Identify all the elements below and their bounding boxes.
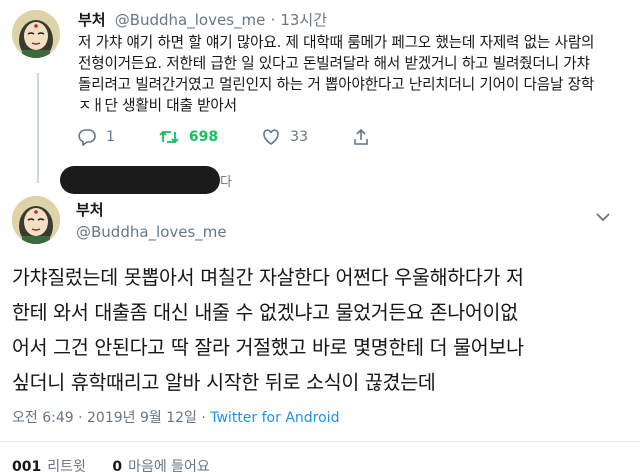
tweet-text-line: 전형이거든요. 저한테 급한 일 있다고 돈빌려달라 해서 받겠거니 하고 빌려… — [78, 55, 590, 72]
likes-num: 0 — [112, 459, 123, 475]
chevron-down-icon[interactable] — [595, 208, 611, 227]
tweet-text-line: 저 가챠 얘기 하면 할 얘기 많아요. 제 대학때 룸메가 페그오 했는데 자… — [78, 34, 595, 51]
like-count: 33 — [290, 129, 308, 145]
retweets-num: 001 — [12, 459, 42, 475]
tweet-text-line: 어서 그건 안된다고 딱 잘라 거절했고 바로 몇명한테 더 물어보나 — [12, 336, 524, 359]
tweet-text: 저 가챠 얘기 하면 할 얘기 많아요. 제 대학때 룸메가 페그오 했는데 자… — [78, 32, 628, 116]
tweet-meta: 오전 6:49 · 2019년 9월 12일 · Twitter for And… — [12, 407, 339, 427]
reply-icon — [78, 128, 96, 146]
tweet-timestamp[interactable]: 오전 6:49 · 2019년 9월 12일 · — [12, 410, 210, 426]
reply-count: 1 — [106, 129, 115, 145]
retweet-count: 698 — [188, 129, 219, 145]
tweet-header: 부처 @Buddha_loves_me · 13시간 — [78, 9, 327, 30]
thread-line — [37, 73, 39, 183]
tweet-time[interactable]: 13시간 — [280, 11, 327, 29]
tweet-text-line: 가챠질렀는데 못뽑아서 며칠간 자살한다 어쩐다 우울해하다가 저 — [12, 266, 524, 289]
avatar[interactable] — [12, 196, 60, 244]
divider — [0, 441, 640, 442]
retweet-button[interactable]: 698 — [159, 128, 218, 146]
likes-label: 마음에 들어요 — [128, 459, 210, 475]
share-button[interactable] — [352, 128, 380, 146]
retweets-label: 리트윗 — [47, 459, 86, 475]
tweet-stats: 001 리트윗 0 마음에 들어요 — [12, 456, 210, 476]
redaction-bar — [60, 166, 220, 194]
share-icon — [352, 128, 370, 146]
tweet-actions: 1 698 33 — [78, 126, 424, 148]
user-handle[interactable]: @Buddha_loves_me — [76, 223, 227, 241]
display-name[interactable]: 부처 — [76, 199, 104, 220]
display-name[interactable]: 부처 — [78, 11, 106, 29]
likes-stat[interactable]: 0 마음에 들어요 — [112, 459, 209, 475]
retweets-stat[interactable]: 001 리트윗 — [12, 459, 86, 475]
tweet-text-line: 돌리려고 빌려간거였고 멀린인지 하는 거 뽑아야한다고 난리치더니 기어이 다… — [78, 76, 595, 93]
heart-icon — [262, 128, 280, 146]
tweet-text-line: ㅈㅐ단 생활비 대출 받아서 — [78, 97, 237, 114]
user-handle[interactable]: @Buddha_loves_me — [115, 11, 266, 29]
separator: · — [270, 11, 276, 29]
redacted-text-tail: 다 — [220, 175, 232, 190]
retweet-icon — [159, 128, 179, 146]
tweet-source[interactable]: Twitter for Android — [210, 410, 339, 426]
avatar[interactable] — [12, 10, 60, 58]
reply-button[interactable]: 1 — [78, 128, 115, 146]
tweet-text-line: 한테 와서 대출좀 대신 내줄 수 없겠냐고 물었거든요 존나어이없 — [12, 301, 518, 324]
tweet-text-line: 싶더니 휴학때리고 알바 시작한 뒤로 소식이 끊겼는데 — [12, 371, 436, 394]
like-button[interactable]: 33 — [262, 128, 308, 146]
tweet-text: 가챠질렀는데 못뽑아서 며칠간 자살한다 어쩐다 우울해하다가 저 한테 와서 … — [12, 260, 637, 400]
